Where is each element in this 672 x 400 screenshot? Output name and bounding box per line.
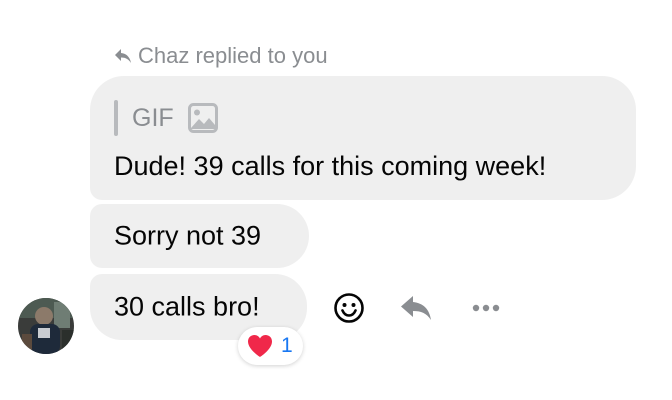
image-icon (187, 103, 218, 133)
message-text: Sorry not 39 (114, 220, 262, 251)
reaction-badge[interactable]: 1 (238, 327, 303, 365)
reply-arrow-icon (114, 48, 132, 64)
quoted-attachment: GIF (114, 100, 218, 136)
reply-button[interactable] (398, 293, 434, 323)
reply-icon (399, 294, 433, 322)
reply-header-text: Chaz replied to you (138, 43, 328, 68)
message-text: Dude! 39 calls for this coming week! (114, 151, 547, 181)
quote-bar (114, 100, 118, 136)
quoted-label: GIF (132, 103, 174, 132)
react-button[interactable] (332, 291, 366, 325)
reaction-count: 1 (281, 334, 293, 357)
heart-icon (246, 333, 274, 359)
message-bubble[interactable]: GIF Dude! 39 calls for this coming week! (90, 76, 636, 200)
more-horizontal-icon (470, 303, 502, 313)
reply-header: Chaz replied to you (114, 42, 328, 70)
message-bubble[interactable]: Sorry not 39 (90, 204, 309, 268)
emoji-smile-icon (333, 292, 365, 324)
avatar[interactable] (18, 298, 74, 354)
message-text: 30 calls bro! (114, 291, 260, 322)
more-button[interactable] (468, 297, 504, 319)
